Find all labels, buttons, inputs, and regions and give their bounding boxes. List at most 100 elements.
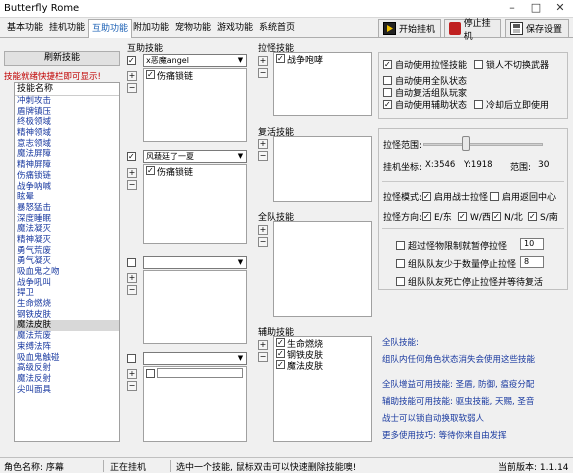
pull-skills-list[interactable]: 战争咆哮 [273, 52, 372, 116]
mutual-slot-2-remove-button[interactable]: − [127, 180, 137, 190]
list-item[interactable]: 伤痛锁链 [144, 69, 246, 82]
list-item-checkbox[interactable] [276, 360, 285, 369]
mutual-slot-3-add-button[interactable]: + [127, 273, 137, 283]
list-item[interactable]: 生命燃烧 [274, 337, 371, 350]
revive-add-button[interactable]: + [258, 139, 268, 149]
skill-list-item[interactable]: 暴怒猛击 [15, 203, 119, 214]
mutual-slot-4-checkbox[interactable] [127, 354, 136, 363]
skill-list-item[interactable]: 眩晕 [15, 192, 119, 203]
mutual-slot-1-checkbox[interactable] [127, 56, 136, 65]
tab-extra[interactable]: 附加功能 [130, 21, 172, 35]
skill-list-item[interactable]: 精神领域 [15, 128, 119, 139]
assist-add-button[interactable]: + [258, 340, 268, 350]
skill-list-item[interactable]: 冲刺攻击 [15, 96, 119, 107]
start-afk-button[interactable]: 开始挂机 [378, 19, 441, 38]
tab-mutual-aid[interactable]: 互助功能 [88, 19, 133, 38]
skill-list-item[interactable]: 伤痛锁链 [15, 171, 119, 182]
tab-pet[interactable]: 宠物功能 [172, 21, 214, 35]
mutual-slot-4-target-select[interactable]: ▼ [143, 352, 247, 365]
tab-game[interactable]: 游戏功能 [214, 21, 256, 35]
minimize-icon[interactable]: – [500, 0, 524, 18]
range-slider[interactable] [423, 143, 543, 146]
mutual-slot-3-target-select[interactable]: ▼ [143, 256, 247, 269]
list-item[interactable]: 钢铁皮肤 [274, 348, 371, 361]
list-item-checkbox[interactable] [146, 369, 155, 378]
revive-skills-list[interactable] [273, 136, 372, 202]
team-min-input[interactable]: 8 [520, 256, 544, 268]
mutual-slot-1-remove-button[interactable]: − [127, 83, 137, 93]
skill-list-item[interactable]: 深度睡眠 [15, 214, 119, 225]
pull-add-button[interactable]: + [258, 56, 268, 66]
mutual-slot-1-add-button[interactable]: + [127, 71, 137, 81]
list-item-checkbox[interactable] [276, 349, 285, 358]
mutual-slot-1-target-select[interactable]: x恶魔angel ▼ [143, 54, 247, 67]
mutual-slot-4-add-button[interactable]: + [127, 369, 137, 379]
team-remove-button[interactable]: − [258, 237, 268, 247]
auto-assist-checkbox[interactable] [383, 100, 392, 109]
mutual-slot-2-checkbox[interactable] [127, 152, 136, 161]
refresh-skills-button[interactable]: 刷新技能 [4, 51, 120, 66]
monster-limit-checkbox[interactable] [396, 241, 405, 250]
skill-list-item[interactable]: 精神凝灭 [15, 235, 119, 246]
monster-limit-input[interactable]: 10 [520, 238, 544, 250]
skill-list-item[interactable]: 勇气荒废 [15, 246, 119, 257]
tab-system-home[interactable]: 系统首页 [256, 21, 298, 35]
list-item-checkbox[interactable] [146, 166, 155, 175]
mutual-slot-3-list[interactable] [143, 270, 247, 344]
assist-remove-button[interactable]: − [258, 352, 268, 362]
list-item[interactable]: 魔法皮肤 [274, 359, 371, 372]
list-item-edit[interactable] [157, 368, 243, 378]
auto-revive-checkbox[interactable] [383, 88, 392, 97]
skill-list-item[interactable]: 吸血鬼之吻 [15, 267, 119, 278]
lock-weapon-checkbox[interactable] [474, 60, 483, 69]
skill-list-item[interactable]: 勇气凝灭 [15, 256, 119, 267]
direction-north-checkbox[interactable] [492, 212, 501, 221]
skill-list-item[interactable]: 生命燃烧 [15, 299, 119, 310]
skill-list-item[interactable]: 魔法凝灭 [15, 224, 119, 235]
assist-skills-list[interactable]: 生命燃烧 钢铁皮肤 魔法皮肤 [273, 336, 372, 442]
team-add-button[interactable]: + [258, 225, 268, 235]
skill-list-item[interactable]: 高级反射 [15, 363, 119, 374]
skill-list-item[interactable]: 魔法屏障 [15, 149, 119, 160]
list-item[interactable]: 战争咆哮 [274, 53, 371, 66]
skill-list-item[interactable]: 终极领域 [15, 117, 119, 128]
warrior-pull-checkbox[interactable] [422, 192, 431, 201]
mutual-slot-4-list[interactable] [143, 366, 247, 442]
list-item-checkbox[interactable] [276, 338, 285, 347]
team-min-checkbox[interactable] [396, 259, 405, 268]
skill-list-item[interactable]: 魔法荒废 [15, 331, 119, 342]
mutual-slot-4-remove-button[interactable]: − [127, 381, 137, 391]
skill-list-item[interactable]: 盾牌镇压 [15, 107, 119, 118]
return-center-checkbox[interactable] [490, 192, 499, 201]
skill-list-item[interactable]: 战争呐喊 [15, 182, 119, 193]
team-death-checkbox[interactable] [396, 277, 405, 286]
skill-list-item[interactable]: 尖叫面具 [15, 385, 119, 396]
skill-list-item[interactable]: 魔法反射 [15, 374, 119, 385]
skill-list-item[interactable]: 魔法皮肤 [15, 320, 119, 332]
save-settings-button[interactable]: 保存设置 [505, 19, 569, 38]
skill-list-item[interactable]: 吸血鬼触碰 [15, 353, 119, 364]
list-item[interactable]: 伤痛锁链 [144, 165, 246, 178]
skill-list-item[interactable]: 战争吼叫 [15, 278, 119, 289]
revive-remove-button[interactable]: − [258, 151, 268, 161]
mutual-slot-1-list[interactable]: 伤痛锁链 [143, 68, 247, 142]
tab-afk[interactable]: 挂机功能 [46, 21, 88, 35]
list-item-checkbox[interactable] [276, 54, 285, 63]
skill-list-item[interactable]: 钢铁皮肤 [15, 310, 119, 321]
list-item-checkbox[interactable] [146, 70, 155, 79]
cooldown-checkbox[interactable] [474, 100, 483, 109]
range-slider-handle[interactable] [462, 136, 470, 151]
skill-list-item[interactable]: 意志领域 [15, 139, 119, 150]
mutual-slot-3-remove-button[interactable]: − [127, 285, 137, 295]
maximize-icon[interactable]: □ [524, 0, 548, 18]
skill-list-item[interactable]: 精神屏障 [15, 160, 119, 171]
skill-list[interactable]: 技能名称 冲刺攻击 盾牌镇压 终极领域 精神领域 意志领域 魔法屏障 精神屏障 伤痛锁链 战争呐… [14, 82, 120, 442]
mutual-slot-2-add-button[interactable]: + [127, 168, 137, 178]
mutual-slot-2-list[interactable]: 伤痛锁链 [143, 164, 247, 244]
list-item[interactable] [144, 367, 246, 379]
close-icon[interactable]: ✕ [548, 0, 572, 18]
stop-afk-button[interactable]: 停止挂机 [444, 19, 501, 42]
team-skills-list[interactable] [273, 221, 372, 317]
auto-team-checkbox[interactable] [383, 76, 392, 85]
direction-south-checkbox[interactable] [528, 212, 537, 221]
